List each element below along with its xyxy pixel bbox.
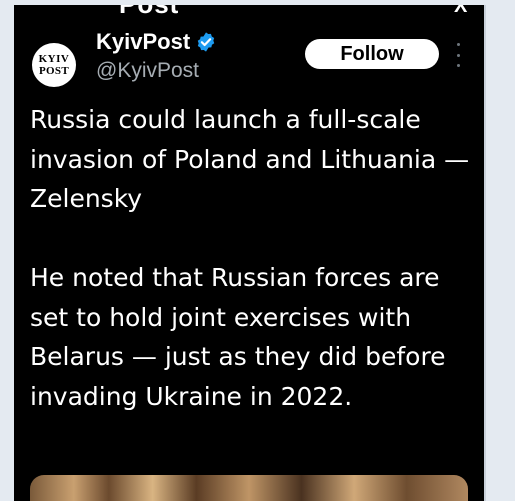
avatar-line1: KYIV [38, 52, 70, 65]
account-handle[interactable]: @KyivPost [96, 59, 199, 83]
verified-badge-icon [197, 32, 215, 52]
more-options-icon[interactable] [454, 43, 462, 67]
header-title: Post [119, 5, 179, 20]
account-name-row: KyivPost [96, 29, 217, 55]
tweet-embed: Post X KYIV POST KyivPost @KyivPost Foll… [14, 5, 484, 501]
tweet-text: Russia could launch a full-scale invasio… [30, 100, 475, 416]
account-name[interactable]: KyivPost [96, 29, 190, 55]
follow-button[interactable]: Follow [305, 39, 439, 69]
avatar-line2: POST [39, 64, 69, 77]
avatar[interactable]: KYIV POST [32, 43, 76, 87]
close-icon[interactable]: X [454, 5, 467, 18]
tweet-media-image[interactable] [30, 475, 468, 501]
tweet-body: He noted that Russian forces are set to … [30, 263, 446, 411]
tweet-headline: Russia could launch a full-scale invasio… [30, 105, 470, 213]
embed-edge [484, 5, 486, 501]
